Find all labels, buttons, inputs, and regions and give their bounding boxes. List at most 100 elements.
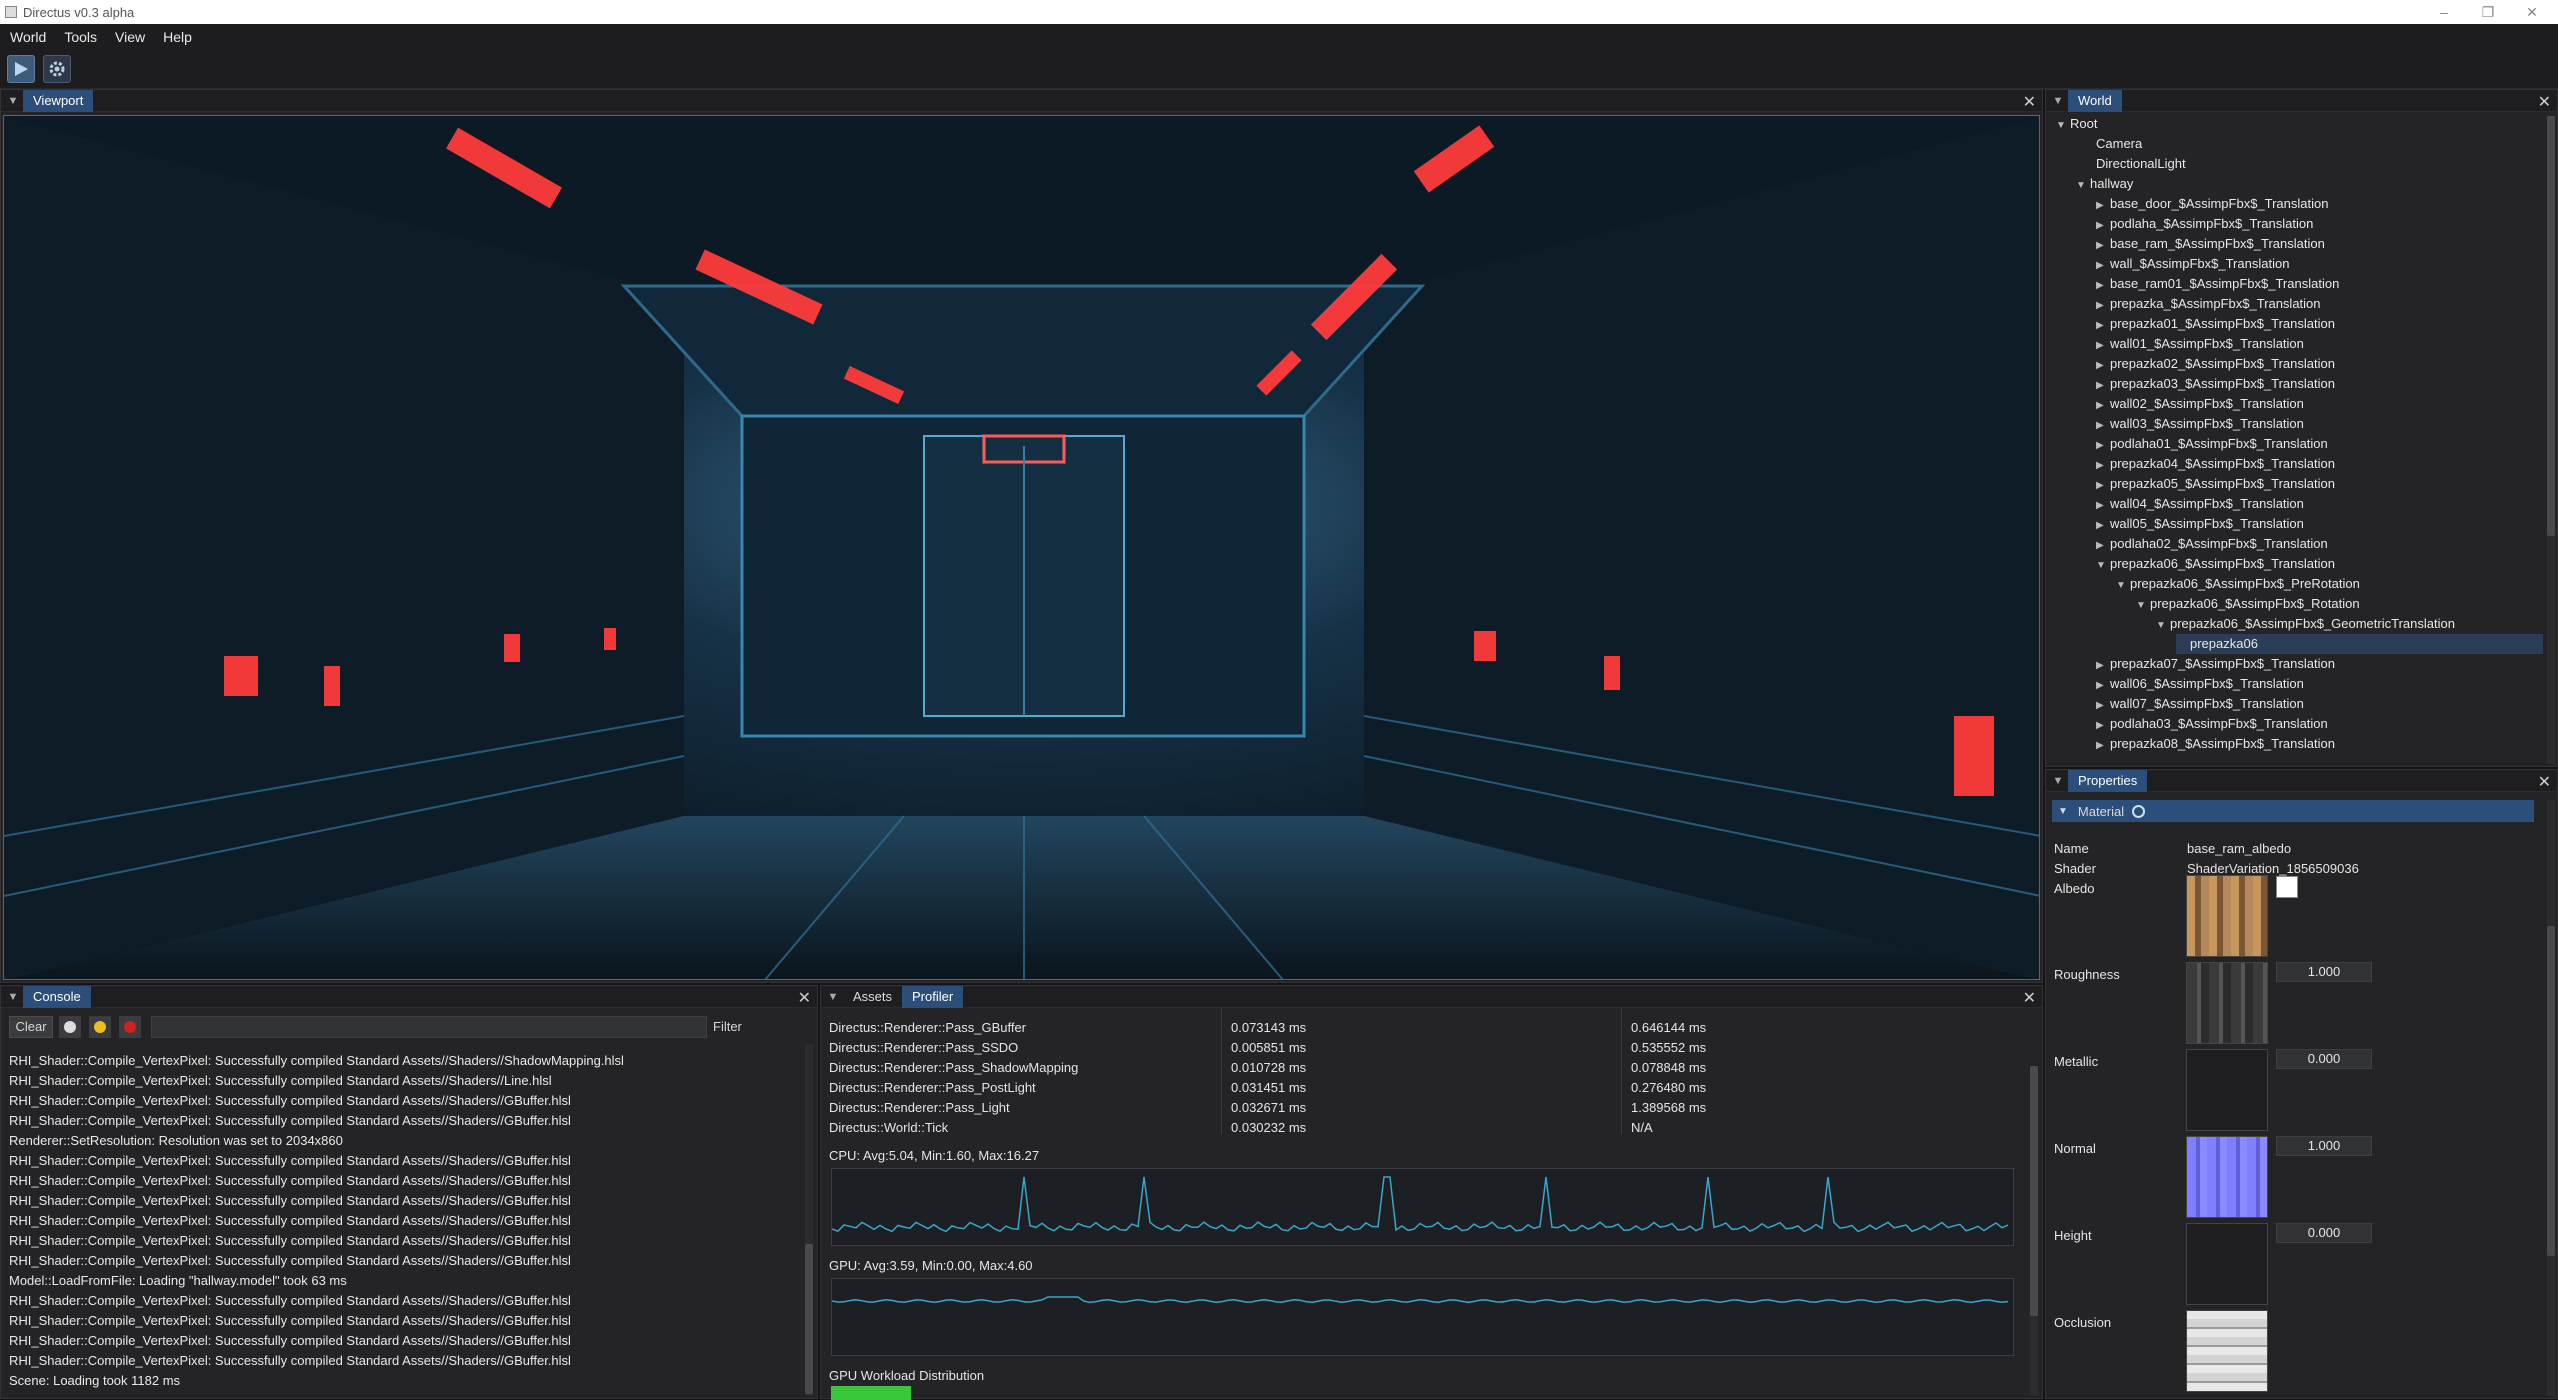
collapse-arrow-icon[interactable]: ▶ [2096,696,2110,716]
normal-field[interactable]: 1.000 [2276,1136,2372,1156]
tree-node[interactable]: ▶ podlaha_$AssimpFbx$_Translation [2096,214,2313,234]
close-icon[interactable]: ✕ [798,988,811,1008]
tree-node[interactable]: DirectionalLight [2076,154,2186,174]
tree-node[interactable]: ▶ wall05_$AssimpFbx$_Translation [2096,514,2304,534]
tree-node[interactable]: ▼ prepazka06_$AssimpFbx$_Translation [2096,554,2335,574]
info-filter-toggle[interactable] [59,1016,81,1038]
tree-node[interactable]: ▶ wall_$AssimpFbx$_Translation [2096,254,2289,274]
occlusion-texture-thumbnail[interactable] [2186,1310,2268,1392]
settings-button[interactable] [43,55,71,83]
expand-arrow-icon[interactable]: ▼ [2136,596,2150,616]
roughness-field[interactable]: 1.000 [2276,962,2372,982]
error-filter-toggle[interactable] [119,1016,141,1038]
roughness-texture-thumbnail[interactable] [2186,962,2268,1044]
collapse-arrow-icon[interactable]: ▶ [2096,336,2110,356]
tree-node[interactable]: ▶ prepazka04_$AssimpFbx$_Translation [2096,454,2335,474]
albedo-color-swatch[interactable] [2276,876,2298,898]
tree-node[interactable]: ▶ prepazka01_$AssimpFbx$_Translation [2096,314,2335,334]
height-field[interactable]: 0.000 [2276,1223,2372,1243]
menu-world[interactable]: World [0,29,55,45]
close-icon[interactable]: ✕ [2023,988,2036,1008]
minimize-icon[interactable]: – [2422,0,2466,24]
expand-arrow-icon[interactable]: ▼ [2156,616,2170,636]
collapse-arrow-icon[interactable]: ▶ [2096,216,2110,236]
collapse-arrow-icon[interactable]: ▶ [2096,456,2110,476]
tree-node[interactable]: ▶ prepazka02_$AssimpFbx$_Translation [2096,354,2335,374]
collapse-arrow-icon[interactable]: ▶ [2096,196,2110,216]
albedo-texture-thumbnail[interactable] [2186,875,2268,957]
normal-texture-thumbnail[interactable] [2186,1136,2268,1218]
clear-button[interactable]: Clear [9,1016,53,1038]
collapse-arrow-icon[interactable]: ▶ [2096,236,2110,256]
metallic-field[interactable]: 0.000 [2276,1049,2372,1069]
tree-node[interactable]: ▼ Root [2056,114,2097,134]
tree-node[interactable]: ▶ prepazka08_$AssimpFbx$_Translation [2096,734,2335,754]
profiler-scrollbar[interactable] [2030,1066,2038,1396]
close-icon[interactable]: ✕ [2538,92,2551,112]
tree-node[interactable]: ▶ prepazka03_$AssimpFbx$_Translation [2096,374,2335,394]
collapse-arrow-icon[interactable]: ▶ [2096,676,2110,696]
tab-profiler[interactable]: Profiler [902,985,964,1008]
collapse-arrow-icon[interactable]: ▶ [2096,396,2110,416]
warning-filter-toggle[interactable] [89,1016,111,1038]
tree-node[interactable]: ▼ prepazka06_$AssimpFbx$_Rotation [2136,594,2360,614]
collapse-arrow-icon[interactable]: ▶ [2096,476,2110,496]
scrollbar-thumb[interactable] [2547,116,2555,536]
menu-view[interactable]: View [106,29,154,45]
close-icon[interactable]: ✕ [2023,92,2036,112]
collapse-arrow-icon[interactable]: ▶ [2096,416,2110,436]
collapse-arrow-icon[interactable]: ▶ [2096,716,2110,736]
scrollbar-thumb[interactable] [805,1244,813,1394]
collapse-arrow-icon[interactable]: ▶ [2096,376,2110,396]
tree-node[interactable]: ▶ podlaha02_$AssimpFbx$_Translation [2096,534,2328,554]
tree-node[interactable]: ▶ podlaha01_$AssimpFbx$_Translation [2096,434,2328,454]
collapse-arrow-icon[interactable]: ▶ [2096,276,2110,296]
collapse-arrow-icon[interactable]: ▶ [2096,256,2110,276]
collapse-arrow-icon[interactable]: ▶ [2096,536,2110,556]
collapse-arrow-icon[interactable]: ▶ [2096,296,2110,316]
console-scrollbar[interactable] [805,1044,813,1396]
restore-icon[interactable]: ❐ [2466,0,2510,24]
tab-console[interactable]: Console [23,985,91,1008]
play-button[interactable] [7,55,35,83]
tree-node[interactable]: ▶ wall07_$AssimpFbx$_Translation [2096,694,2304,714]
collapse-arrow-icon[interactable]: ▶ [2096,736,2110,756]
collapse-arrow-icon[interactable]: ▶ [2096,656,2110,676]
collapse-arrow-icon[interactable]: ▶ [2096,496,2110,516]
panel-menu-icon[interactable]: ▼ [2050,93,2066,109]
collapse-arrow-icon[interactable]: ▶ [2096,436,2110,456]
tree-node[interactable]: ▶ base_ram01_$AssimpFbx$_Translation [2096,274,2339,294]
tree-node[interactable]: ▶ wall03_$AssimpFbx$_Translation [2096,414,2304,434]
tree-node[interactable]: ▼ hallway [2076,174,2133,194]
tree-node[interactable]: ▶ base_door_$AssimpFbx$_Translation [2096,194,2328,214]
tree-node[interactable]: ▼ prepazka06_$AssimpFbx$_GeometricTransla… [2156,614,2455,634]
world-scrollbar[interactable] [2547,116,2555,764]
panel-menu-icon[interactable]: ▼ [2050,773,2066,789]
tree-node[interactable]: ▶ wall02_$AssimpFbx$_Translation [2096,394,2304,414]
material-section-header[interactable]: ▼ Material [2052,800,2534,822]
tab-assets[interactable]: Assets [843,986,902,1008]
tab-viewport[interactable]: Viewport [23,89,94,112]
expand-arrow-icon[interactable]: ▼ [2116,576,2130,596]
tree-node[interactable]: ▶ podlaha03_$AssimpFbx$_Translation [2096,714,2328,734]
scrollbar-thumb[interactable] [2547,926,2555,1256]
tree-node[interactable]: Camera [2076,134,2142,154]
expand-arrow-icon[interactable]: ▼ [2076,176,2090,196]
tree-node[interactable]: ▶ prepazka07_$AssimpFbx$_Translation [2096,654,2335,674]
scrollbar-thumb[interactable] [2030,1066,2038,1316]
tree-node[interactable]: ▶ wall04_$AssimpFbx$_Translation [2096,494,2304,514]
metallic-texture-thumbnail[interactable] [2186,1049,2268,1131]
close-window-icon[interactable]: ✕ [2510,0,2554,24]
expand-arrow-icon[interactable]: ▼ [2096,556,2110,576]
close-icon[interactable]: ✕ [2538,772,2551,792]
tab-world[interactable]: World [2068,89,2122,112]
refresh-icon[interactable] [2132,804,2146,818]
panel-menu-icon[interactable]: ▼ [5,93,21,109]
tree-node[interactable]: ▶ prepazka_$AssimpFbx$_Translation [2096,294,2321,314]
scene-viewport[interactable] [3,115,2040,980]
tree-node[interactable]: ▶ wall06_$AssimpFbx$_Translation [2096,674,2304,694]
menu-help[interactable]: Help [154,29,201,45]
menu-tools[interactable]: Tools [55,29,106,45]
tree-node[interactable]: ▶ base_ram_$AssimpFbx$_Translation [2096,234,2325,254]
height-texture-thumbnail[interactable] [2186,1223,2268,1305]
